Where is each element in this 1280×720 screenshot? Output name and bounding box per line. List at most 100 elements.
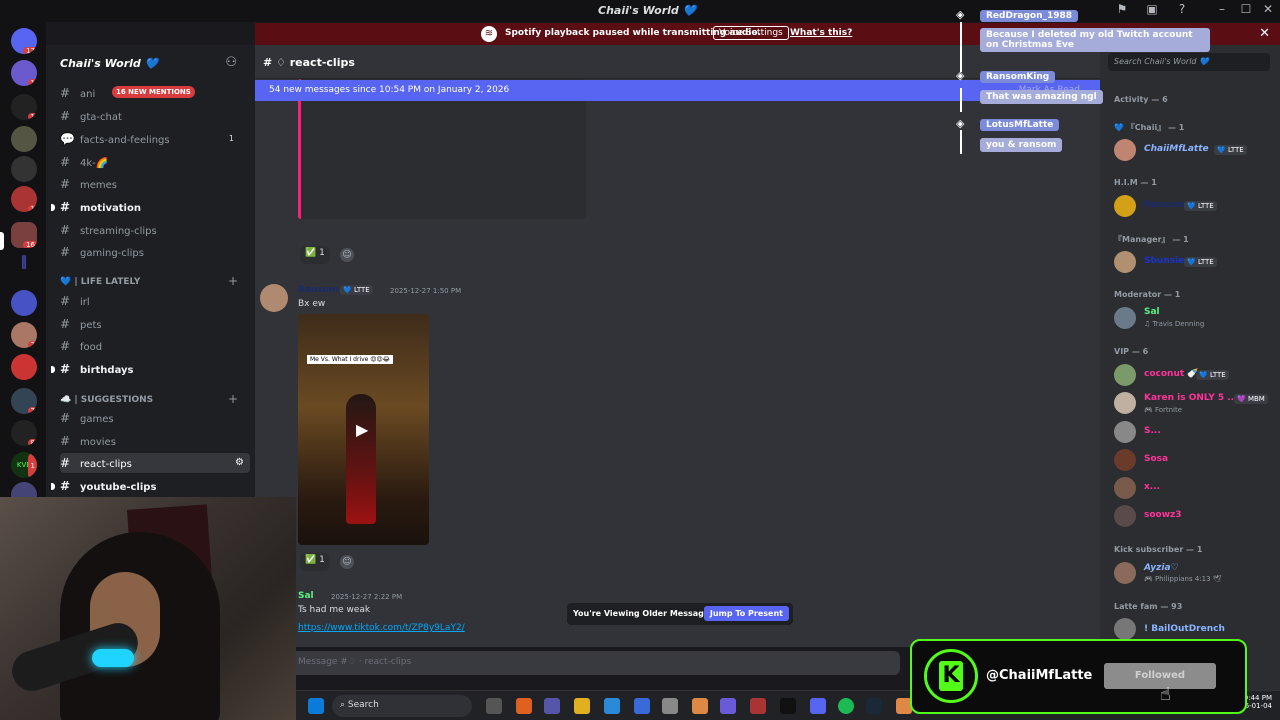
author-name[interactable]: Ransom — [298, 285, 338, 295]
task-view-icon[interactable] — [486, 698, 502, 714]
app-icon[interactable] — [516, 698, 532, 714]
member-name[interactable]: coconut 🍼 — [1144, 369, 1199, 379]
app-icon[interactable] — [750, 698, 766, 714]
channel-item[interactable]: # gta-chat — [60, 106, 250, 126]
channel-item[interactable]: # pets — [60, 314, 250, 334]
server-icon-chaiis-world[interactable]: 16 — [11, 222, 37, 248]
discord-icon[interactable] — [810, 698, 826, 714]
server-icon[interactable]: 8 — [11, 420, 37, 446]
reaction-check[interactable]: ✅ 1 — [300, 246, 330, 264]
channel-item[interactable]: # 4k-🌈 — [60, 152, 250, 172]
kick-follow-alert: K @ChaiiMfLatte Followed — [910, 639, 1247, 714]
avatar[interactable] — [1114, 449, 1136, 471]
hash-icon: # — [60, 245, 71, 259]
avatar[interactable] — [1114, 392, 1136, 414]
server-icon[interactable] — [11, 156, 37, 182]
member-name[interactable]: Ayzia♡ — [1144, 563, 1179, 573]
jump-to-present-button[interactable]: Jump To Present — [703, 606, 789, 621]
channel-item[interactable]: # memes — [60, 174, 250, 194]
voice-settings-button[interactable]: Voice Settings — [713, 26, 789, 40]
store-icon[interactable] — [662, 698, 678, 714]
message-list[interactable]: ✅ 1 ☺ Ransom 💙 LTTE 2025-12-27 1:50 PM B… — [255, 79, 1100, 647]
member-name[interactable]: Sbunsie — [1144, 256, 1184, 266]
member-name[interactable]: Ransom — [1144, 200, 1184, 210]
whats-this-link[interactable]: What's this? — [790, 28, 852, 38]
close-button[interactable]: ✕ — [1258, 2, 1278, 20]
video-caption: Me Vs. What I drive 😍😍😂 — [307, 355, 393, 364]
server-icon[interactable]: 7 — [11, 388, 37, 414]
invite-icon[interactable]: ⚇ — [225, 55, 237, 70]
member-name[interactable]: Sosa — [1144, 454, 1168, 464]
folder-icon[interactable]: ∥ — [11, 254, 37, 280]
teams-icon[interactable] — [720, 698, 736, 714]
member-name[interactable]: x... — [1144, 482, 1160, 492]
channel-item[interactable]: # movies — [60, 431, 250, 451]
badge: 17 — [23, 47, 37, 54]
kick-logo-icon: K — [924, 649, 978, 703]
tiktok-icon[interactable] — [780, 698, 796, 714]
tiktok-link[interactable]: https://www.tiktok.com/t/ZP8y9LaY2/ — [298, 623, 465, 633]
channel-item[interactable]: # birthdays — [51, 359, 250, 379]
window-title: Chaii's World 💙 — [598, 4, 697, 17]
channel-item[interactable]: # food — [60, 336, 250, 356]
close-notice-icon[interactable]: ✕ — [1259, 26, 1270, 41]
channel-item[interactable]: # games — [60, 408, 250, 428]
avatar[interactable] — [1114, 307, 1136, 329]
server-icon[interactable]: 1 — [11, 94, 37, 120]
channel-item[interactable]: 💬 facts-and-feelings 1 — [60, 129, 250, 149]
avatar[interactable] — [1114, 195, 1136, 217]
hash-icon: # — [60, 456, 71, 470]
settings-gear-icon[interactable]: ⚙ — [235, 453, 244, 473]
member-name[interactable]: ! BailOutDrench — [1144, 624, 1225, 634]
start-icon[interactable] — [308, 698, 324, 714]
channel-item-react-clips[interactable]: # react-clips ⚙ — [60, 453, 250, 473]
dm-home-icon[interactable]: 17 — [11, 28, 37, 54]
video-embed[interactable]: Me Vs. What I drive 😍😍😂 ▶ — [298, 314, 429, 545]
server-icon[interactable] — [11, 126, 37, 152]
edge-icon[interactable] — [604, 698, 620, 714]
server-icon[interactable]: 1 — [11, 60, 37, 86]
channel-item[interactable]: # irl — [60, 291, 250, 311]
category-life-lately[interactable]: 💙 | LIFE LATELY — [60, 277, 140, 287]
message-input[interactable]: Message #♢ · react-clips — [290, 651, 900, 675]
avatar[interactable] — [1114, 505, 1136, 527]
avatar[interactable] — [1114, 618, 1136, 640]
server-icon[interactable] — [11, 354, 37, 380]
server-icon[interactable] — [11, 290, 37, 316]
server-icon[interactable]: KVB 1 — [11, 452, 37, 478]
avatar[interactable] — [1114, 251, 1136, 273]
avatar[interactable] — [260, 284, 288, 312]
channel-item[interactable]: # motivation — [51, 197, 250, 217]
avatar[interactable] — [1114, 421, 1136, 443]
add-channel-icon[interactable]: + — [228, 274, 238, 288]
author-name[interactable]: Sal — [298, 591, 314, 601]
member-name[interactable]: Karen is ONLY 5 ... — [1144, 393, 1238, 403]
reaction-check[interactable]: ✅ 1 — [300, 553, 330, 571]
member-name[interactable]: soowz3 — [1144, 510, 1182, 520]
member-name[interactable]: Sal — [1144, 307, 1160, 317]
channel-item[interactable]: # streaming-clips — [60, 220, 250, 240]
channel-item[interactable]: # ani — [60, 83, 250, 103]
app-icon[interactable] — [634, 698, 650, 714]
category-suggestions[interactable]: ☁️ | SUGGESTIONS — [60, 395, 153, 405]
app-icon[interactable] — [544, 698, 560, 714]
add-reaction-icon[interactable]: ☺ — [340, 248, 354, 262]
taskbar-search[interactable]: ⌕ Search — [332, 695, 472, 717]
play-icon[interactable]: ▶ — [356, 420, 368, 439]
add-channel-icon[interactable]: + — [228, 392, 238, 406]
server-icon[interactable]: 2 — [11, 322, 37, 348]
member-name[interactable]: S... — [1144, 426, 1161, 436]
avatar[interactable] — [1114, 364, 1136, 386]
avatar[interactable] — [1114, 477, 1136, 499]
channel-item[interactable]: # youtube-clips — [51, 476, 250, 496]
avatar[interactable] — [1114, 562, 1136, 584]
server-icon[interactable]: 1 — [11, 186, 37, 212]
steam-icon[interactable] — [866, 698, 882, 714]
chrome-icon[interactable] — [692, 698, 708, 714]
spotify-icon[interactable] — [838, 698, 854, 714]
maximize-button[interactable]: ☐ — [1236, 2, 1256, 20]
channel-item[interactable]: # gaming-clips — [60, 242, 250, 262]
folder-icon[interactable] — [574, 698, 590, 714]
add-reaction-icon[interactable]: ☺ — [340, 555, 354, 569]
server-name[interactable]: Chaii's World 💙 — [60, 57, 158, 70]
